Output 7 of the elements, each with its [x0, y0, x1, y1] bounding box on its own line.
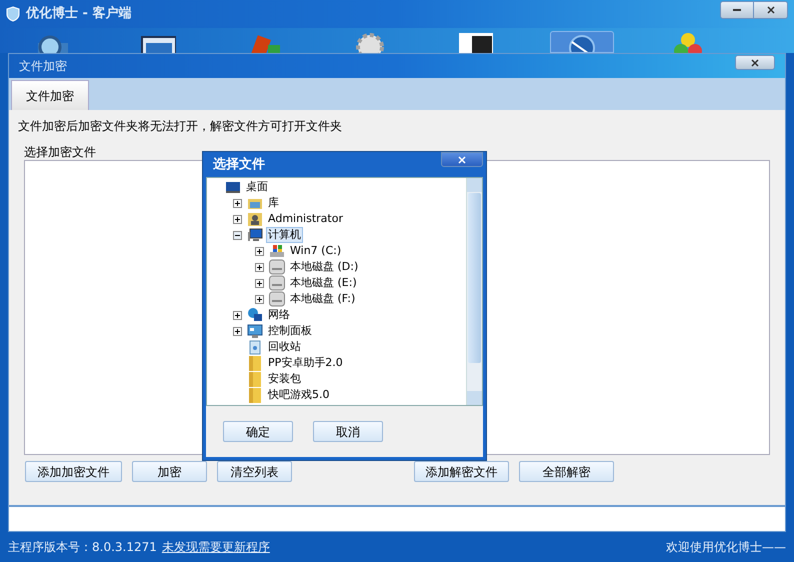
window-title: 优化博士 - 客户端: [26, 4, 132, 24]
dialog-title: 选择文件: [213, 156, 265, 174]
description-text: 文件加密后加密文件夹将无法打开，解密文件方可打开文件夹: [18, 118, 343, 134]
version-text: 主程序版本号：8.0.3.1271: [8, 539, 157, 556]
welcome-text: 欢迎使用优化博士——: [666, 539, 786, 556]
panel-title: 文件加密: [19, 58, 67, 75]
list-label: 选择加密文件: [23, 144, 97, 160]
